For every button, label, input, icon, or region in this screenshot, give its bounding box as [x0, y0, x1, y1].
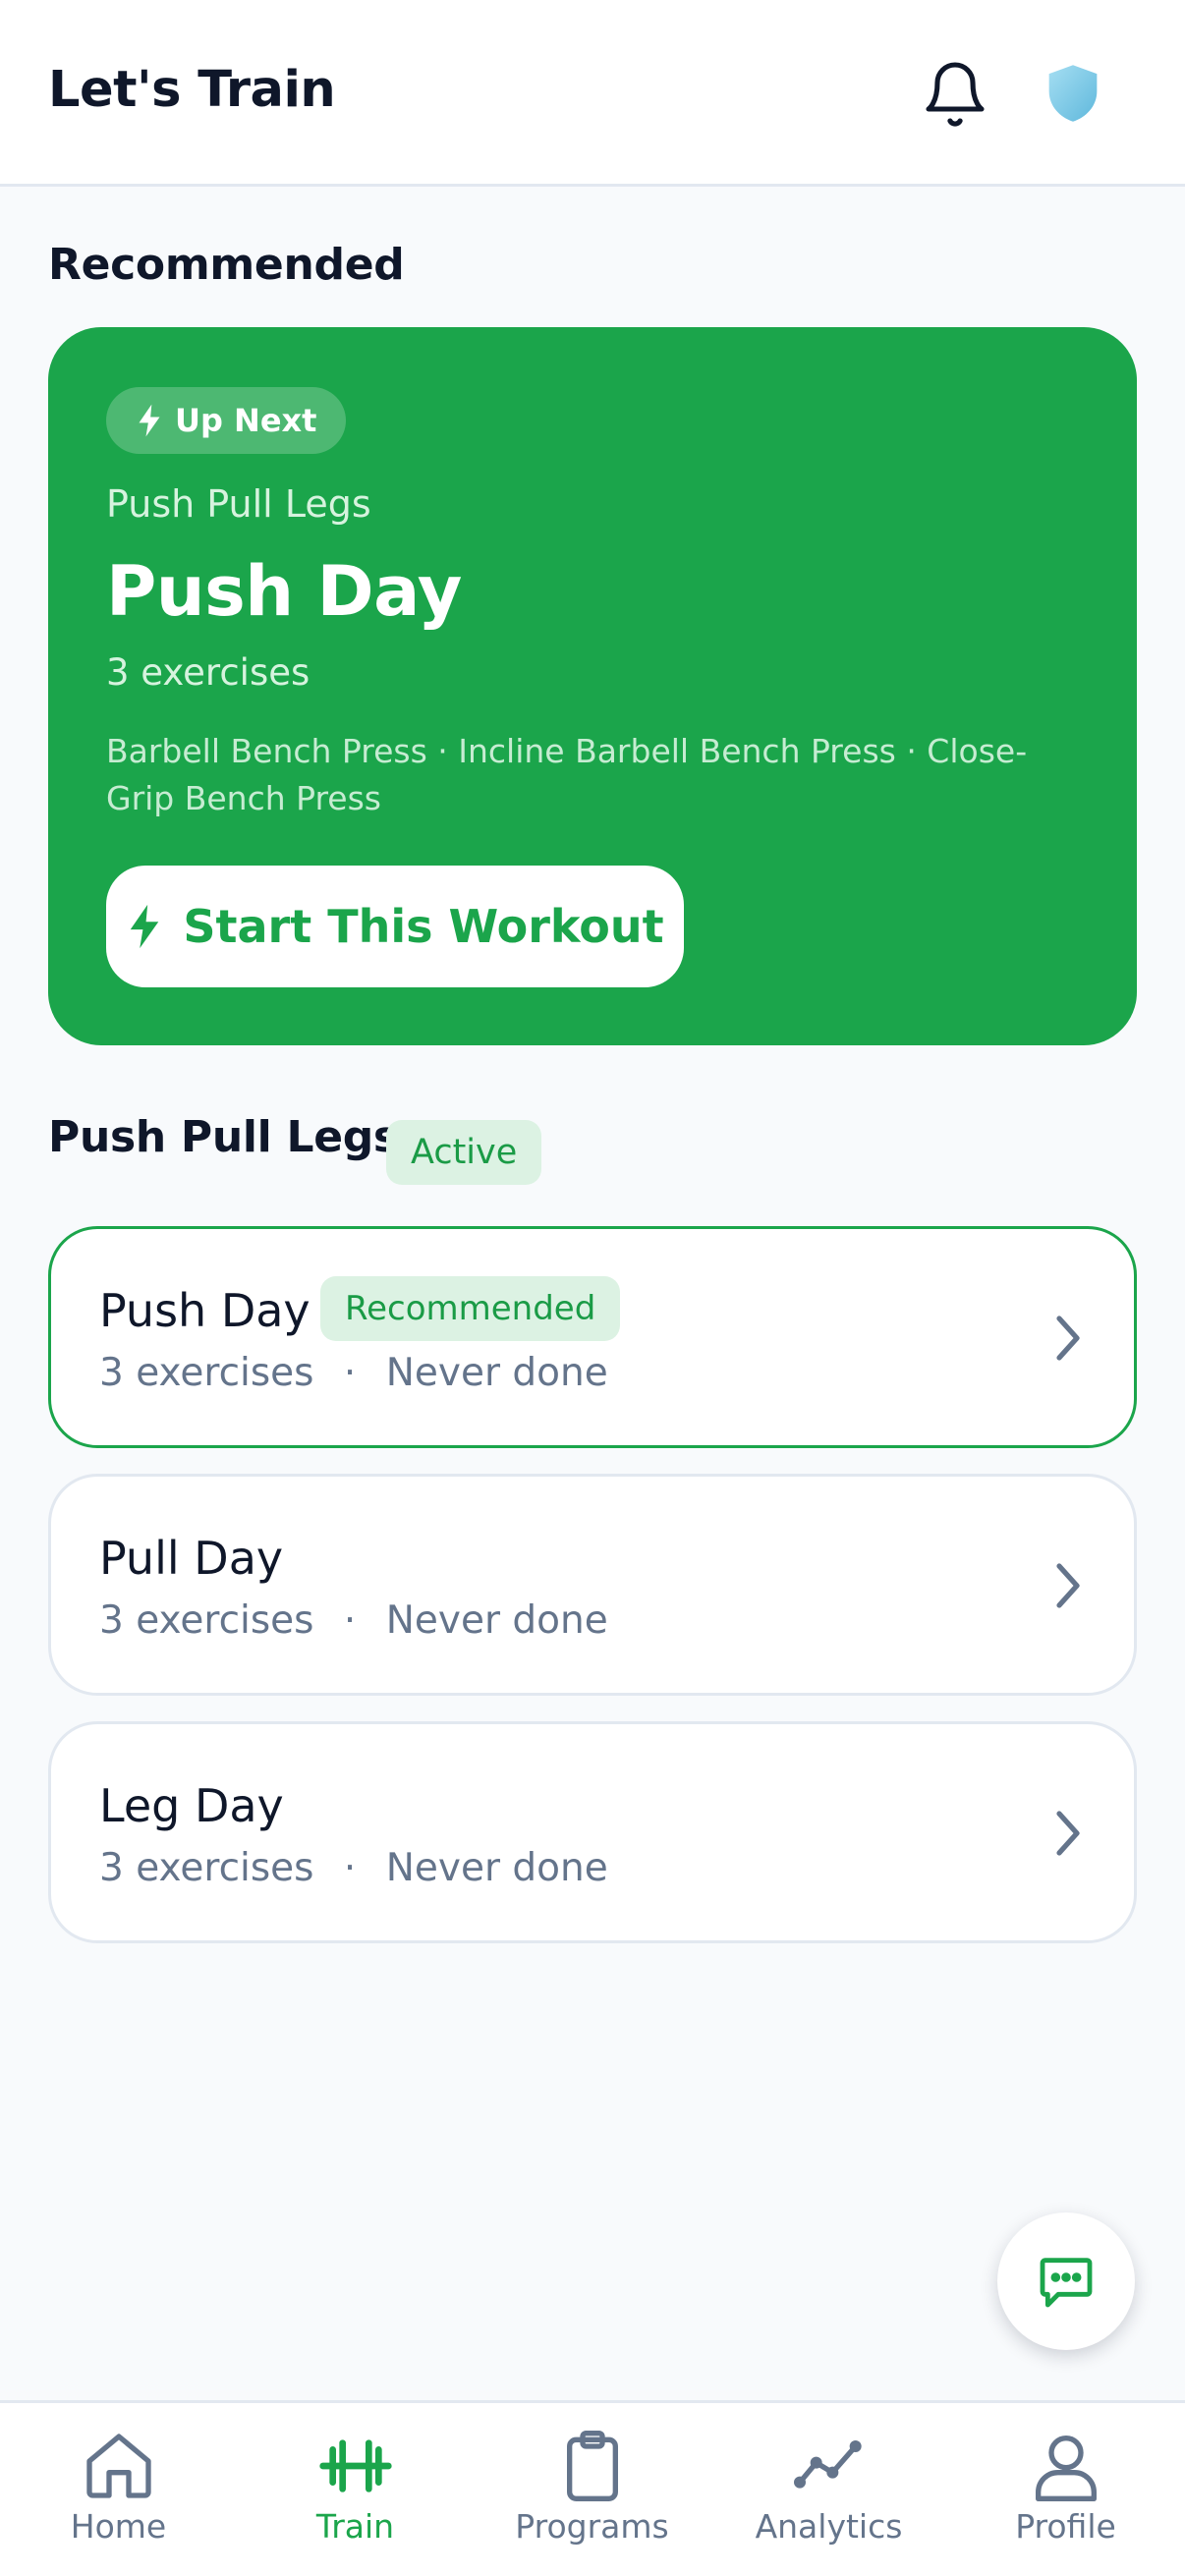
last-done: Never done: [385, 1351, 608, 1395]
status-badge: Active: [386, 1120, 542, 1185]
nav-item-analytics[interactable]: Analytics: [710, 2403, 947, 2576]
nav-item-programs[interactable]: Programs: [474, 2403, 710, 2576]
app-header: Let's Train: [0, 0, 1185, 187]
nav-label: Train: [315, 2507, 395, 2546]
user-icon: [1035, 2436, 1097, 2501]
exercise-count: 3 exercises: [99, 1351, 314, 1395]
nav-item-profile[interactable]: Profile: [947, 2403, 1184, 2576]
line-chart-icon: [793, 2440, 862, 2489]
last-done: Never done: [385, 1598, 608, 1643]
nav-label: Analytics: [755, 2507, 903, 2546]
workout-day-meta: 3 exercises · Never done: [99, 1846, 608, 1890]
chat-button[interactable]: [997, 2212, 1135, 2350]
recommended-workout-card[interactable]: Up Next Push Pull Legs Push Day 3 exerci…: [48, 327, 1137, 1045]
home-icon: [85, 2434, 151, 2498]
last-done: Never done: [385, 1846, 608, 1890]
recommended-program-name: Push Pull Legs: [106, 482, 371, 526]
nav-item-home[interactable]: Home: [0, 2403, 237, 2576]
recommended-badge: Recommended: [320, 1276, 621, 1341]
nav-item-train[interactable]: Train: [237, 2403, 474, 2576]
workout-day-card[interactable]: Push Day Recommended 3 exercises · Never…: [48, 1226, 1137, 1448]
program-heading: Push Pull Legs: [48, 1112, 399, 1162]
recommended-heading: Recommended: [48, 240, 405, 290]
bell-icon[interactable]: [920, 59, 990, 130]
workout-day-name: Pull Day: [99, 1532, 284, 1585]
chat-icon: [1040, 2258, 1093, 2308]
recommended-exercise-list: Barbell Bench Press · Incline Barbell Be…: [106, 732, 1028, 817]
chevron-right-icon: [1056, 1811, 1080, 1856]
bottom-nav: Home Train Programs Analytics Profile: [0, 2400, 1185, 2576]
workout-day-card[interactable]: Leg Day 3 exercises · Never done: [48, 1721, 1137, 1943]
meta-separator: ·: [343, 1598, 357, 1643]
workout-day-meta: 3 exercises · Never done: [99, 1598, 608, 1643]
chevron-right-icon: [1056, 1563, 1080, 1608]
lightning-icon: [139, 404, 160, 437]
workout-day-card[interactable]: Pull Day 3 exercises · Never done: [48, 1474, 1137, 1696]
exercise-count: 3 exercises: [99, 1598, 314, 1643]
meta-separator: ·: [343, 1846, 357, 1890]
meta-separator: ·: [343, 1351, 357, 1395]
clipboard-icon: [566, 2431, 618, 2501]
workout-day-meta: 3 exercises · Never done: [99, 1351, 608, 1395]
dumbbell-icon: [318, 2439, 392, 2492]
nav-label: Programs: [515, 2507, 669, 2546]
page-title: Let's Train: [48, 61, 336, 119]
nav-label: Profile: [1015, 2507, 1116, 2546]
recommended-day-name: Push Day: [106, 551, 462, 632]
up-next-badge: Up Next: [106, 387, 347, 454]
recommended-exercise-count: 3 exercises: [106, 651, 310, 694]
start-workout-label: Start This Workout: [183, 900, 664, 953]
nav-label: Home: [70, 2507, 167, 2546]
workout-day-name: Push Day: [99, 1284, 310, 1337]
start-workout-button[interactable]: Start This Workout: [106, 866, 684, 987]
lightning-icon: [131, 904, 159, 949]
chevron-right-icon: [1056, 1316, 1080, 1361]
workout-day-name: Leg Day: [99, 1779, 284, 1832]
up-next-label: Up Next: [175, 402, 317, 439]
shield-icon[interactable]: [1046, 63, 1100, 124]
exercise-count: 3 exercises: [99, 1846, 314, 1890]
